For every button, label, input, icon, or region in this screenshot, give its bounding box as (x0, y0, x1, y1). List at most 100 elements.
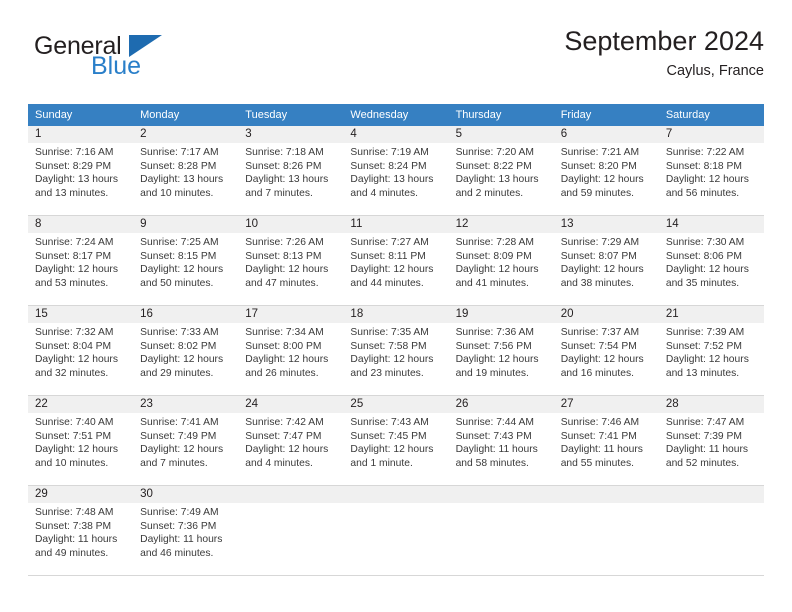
calendar-day-cell[interactable]: 8 Sunrise: 7:24 AM Sunset: 8:17 PM Daylight… (28, 216, 134, 305)
calendar-page: General Blue September 2024 Caylus, Fran… (0, 0, 792, 612)
calendar-day-cell[interactable]: 5 Sunrise: 7:20 AM Sunset: 8:22 PM Daylight… (448, 126, 554, 215)
calendar-day-cell[interactable]: 6 Sunrise: 7:21 AM Sunset: 8:20 PM Daylight… (553, 126, 659, 215)
day-number: 1 (28, 126, 134, 143)
sunrise-time: Sunrise: 7:25 AM (140, 237, 219, 248)
daylight-duration-line1: Daylight: 12 hours (245, 354, 329, 366)
brand-logo[interactable]: General Blue (34, 34, 264, 92)
calendar-day-cell-empty (553, 486, 659, 575)
sunset-time: Sunset: 8:26 PM (245, 160, 322, 172)
calendar-day-cell[interactable]: 17 Sunrise: 7:34 AM Sunset: 8:00 PM Dayligh… (238, 306, 344, 395)
daylight-duration-line1: Daylight: 11 hours (140, 534, 223, 546)
calendar-day-cell[interactable]: 24 Sunrise: 7:42 AM Sunset: 7:47 PM Dayligh… (238, 396, 344, 485)
day-details: Sunrise: 7:42 AM Sunset: 7:47 PM Daylight:… (238, 413, 343, 470)
day-details: Sunrise: 7:47 AM Sunset: 7:39 PM Daylight:… (659, 413, 764, 470)
daylight-duration-line2: and 38 minutes. (560, 277, 634, 289)
daylight-duration-line2: and 26 minutes. (245, 367, 319, 379)
calendar-week-row: 29 Sunrise: 7:48 AM Sunset: 7:38 PM Dayligh… (28, 486, 764, 576)
calendar-day-cell-empty (238, 486, 344, 575)
sunset-time: Sunset: 7:58 PM (350, 340, 427, 352)
sunrise-time: Sunrise: 7:30 AM (665, 237, 745, 248)
day-number: 12 (448, 216, 554, 233)
sunset-time: Sunset: 8:04 PM (35, 340, 112, 352)
calendar-day-cell[interactable]: 11 Sunrise: 7:27 AM Sunset: 8:11 PM Dayligh… (343, 216, 449, 305)
sunrise-time: Sunrise: 7:21 AM (560, 147, 640, 158)
day-details: Sunrise: 7:37 AM Sunset: 7:54 PM Daylight:… (554, 323, 659, 380)
day-number: 20 (553, 306, 659, 323)
daylight-duration-line1: Daylight: 12 hours (665, 264, 749, 276)
daylight-duration-line1: Daylight: 12 hours (455, 264, 539, 276)
calendar-day-cell[interactable]: 12 Sunrise: 7:28 AM Sunset: 8:09 PM Dayligh… (448, 216, 554, 305)
sunset-time: Sunset: 8:20 PM (560, 160, 637, 172)
daylight-duration-line2: and 7 minutes. (140, 457, 208, 469)
calendar-day-cell[interactable]: 16 Sunrise: 7:33 AM Sunset: 8:02 PM Dayligh… (133, 306, 239, 395)
calendar-day-cell-empty (448, 486, 554, 575)
calendar-day-cell[interactable]: 26 Sunrise: 7:44 AM Sunset: 7:43 PM Dayligh… (448, 396, 554, 485)
calendar-day-cell[interactable]: 30 Sunrise: 7:49 AM Sunset: 7:36 PM Dayligh… (133, 486, 239, 575)
calendar-day-cell[interactable]: 2 Sunrise: 7:17 AM Sunset: 8:28 PM Daylight… (133, 126, 239, 215)
calendar-day-cell[interactable]: 10 Sunrise: 7:26 AM Sunset: 8:13 PM Dayligh… (238, 216, 344, 305)
daylight-duration-line2: and 41 minutes. (455, 277, 529, 289)
sunset-time: Sunset: 8:17 PM (35, 250, 112, 262)
calendar-day-cell[interactable]: 3 Sunrise: 7:18 AM Sunset: 8:26 PM Daylight… (238, 126, 344, 215)
calendar-day-cell[interactable]: 20 Sunrise: 7:37 AM Sunset: 7:54 PM Dayligh… (553, 306, 659, 395)
daylight-duration-line2: and 10 minutes. (140, 187, 214, 199)
calendar-day-cell[interactable]: 23 Sunrise: 7:41 AM Sunset: 7:49 PM Dayligh… (133, 396, 239, 485)
calendar-day-cell[interactable]: 18 Sunrise: 7:35 AM Sunset: 7:58 PM Dayligh… (343, 306, 449, 395)
calendar-day-cell[interactable]: 9 Sunrise: 7:25 AM Sunset: 8:15 PM Daylight… (133, 216, 239, 305)
day-details: Sunrise: 7:39 AM Sunset: 7:52 PM Daylight:… (659, 323, 764, 380)
calendar-day-cell-empty (343, 486, 449, 575)
calendar-day-cell[interactable]: 4 Sunrise: 7:19 AM Sunset: 8:24 PM Daylight… (343, 126, 449, 215)
day-number (448, 486, 554, 503)
sunset-time: Sunset: 8:06 PM (665, 250, 742, 262)
day-number: 15 (28, 306, 134, 323)
day-details: Sunrise: 7:21 AM Sunset: 8:20 PM Daylight:… (554, 143, 659, 200)
sunrise-time: Sunrise: 7:27 AM (350, 237, 429, 248)
daylight-duration-line1: Daylight: 13 hours (350, 174, 434, 186)
sunset-time: Sunset: 7:36 PM (140, 520, 217, 532)
day-number: 13 (553, 216, 659, 233)
day-number: 23 (133, 396, 239, 413)
day-details: Sunrise: 7:32 AM Sunset: 8:04 PM Daylight:… (28, 323, 133, 380)
day-details (449, 503, 554, 506)
sunrise-time: Sunrise: 7:32 AM (35, 327, 114, 338)
day-details: Sunrise: 7:26 AM Sunset: 8:13 PM Daylight:… (238, 233, 343, 290)
daylight-duration-line1: Daylight: 11 hours (665, 444, 749, 456)
calendar-day-cell[interactable]: 7 Sunrise: 7:22 AM Sunset: 8:18 PM Daylight… (658, 126, 764, 215)
daylight-duration-line1: Daylight: 12 hours (245, 444, 329, 456)
day-details: Sunrise: 7:19 AM Sunset: 8:24 PM Daylight:… (343, 143, 448, 200)
calendar-week-row: 22 Sunrise: 7:40 AM Sunset: 7:51 PM Dayligh… (28, 396, 764, 486)
sunrise-time: Sunrise: 7:16 AM (35, 147, 114, 158)
daylight-duration-line1: Daylight: 12 hours (140, 264, 224, 276)
sunrise-time: Sunrise: 7:41 AM (140, 417, 219, 428)
daylight-duration-line2: and 55 minutes. (560, 457, 634, 469)
daylight-duration-line2: and 10 minutes. (35, 457, 109, 469)
daylight-duration-line2: and 13 minutes. (665, 367, 740, 379)
daylight-duration-line2: and 16 minutes. (560, 367, 634, 379)
day-number: 17 (238, 306, 344, 323)
calendar-day-cell[interactable]: 25 Sunrise: 7:43 AM Sunset: 7:45 PM Dayligh… (343, 396, 449, 485)
calendar-day-cell[interactable]: 1 Sunrise: 7:16 AM Sunset: 8:29 PM Daylight… (28, 126, 134, 215)
calendar-week-row: 8 Sunrise: 7:24 AM Sunset: 8:17 PM Daylight… (28, 216, 764, 306)
sunset-time: Sunset: 7:43 PM (455, 430, 532, 442)
daylight-duration-line1: Daylight: 12 hours (560, 174, 644, 186)
day-details: Sunrise: 7:48 AM Sunset: 7:38 PM Daylight:… (28, 503, 133, 560)
sunrise-time: Sunrise: 7:26 AM (245, 237, 324, 248)
daylight-duration-line1: Daylight: 13 hours (455, 174, 539, 186)
calendar-day-cell[interactable]: 21 Sunrise: 7:39 AM Sunset: 7:52 PM Dayligh… (658, 306, 764, 395)
calendar-grid: Sunday Monday Tuesday Wednesday Thursday Frid… (28, 104, 764, 576)
calendar-day-cell[interactable]: 27 Sunrise: 7:46 AM Sunset: 7:41 PM Dayligh… (553, 396, 659, 485)
daylight-duration-line1: Daylight: 12 hours (35, 264, 118, 276)
daylight-duration-line2: and 50 minutes. (140, 277, 214, 289)
day-details: Sunrise: 7:34 AM Sunset: 8:00 PM Daylight:… (238, 323, 343, 380)
day-details (554, 503, 659, 506)
calendar-day-cell[interactable]: 19 Sunrise: 7:36 AM Sunset: 7:56 PM Dayligh… (448, 306, 554, 395)
calendar-day-cell[interactable]: 15 Sunrise: 7:32 AM Sunset: 8:04 PM Dayligh… (28, 306, 134, 395)
sunset-time: Sunset: 8:07 PM (560, 250, 637, 262)
daylight-duration-line2: and 53 minutes. (35, 277, 109, 289)
calendar-day-cell[interactable]: 22 Sunrise: 7:40 AM Sunset: 7:51 PM Dayligh… (28, 396, 134, 485)
calendar-day-cell[interactable]: 13 Sunrise: 7:29 AM Sunset: 8:07 PM Dayligh… (553, 216, 659, 305)
calendar-day-cell[interactable]: 28 Sunrise: 7:47 AM Sunset: 7:39 PM Dayligh… (658, 396, 764, 485)
calendar-day-cell[interactable]: 29 Sunrise: 7:48 AM Sunset: 7:38 PM Dayligh… (28, 486, 134, 575)
daylight-duration-line2: and 4 minutes. (350, 187, 418, 199)
calendar-day-cell[interactable]: 14 Sunrise: 7:30 AM Sunset: 8:06 PM Dayligh… (658, 216, 764, 305)
